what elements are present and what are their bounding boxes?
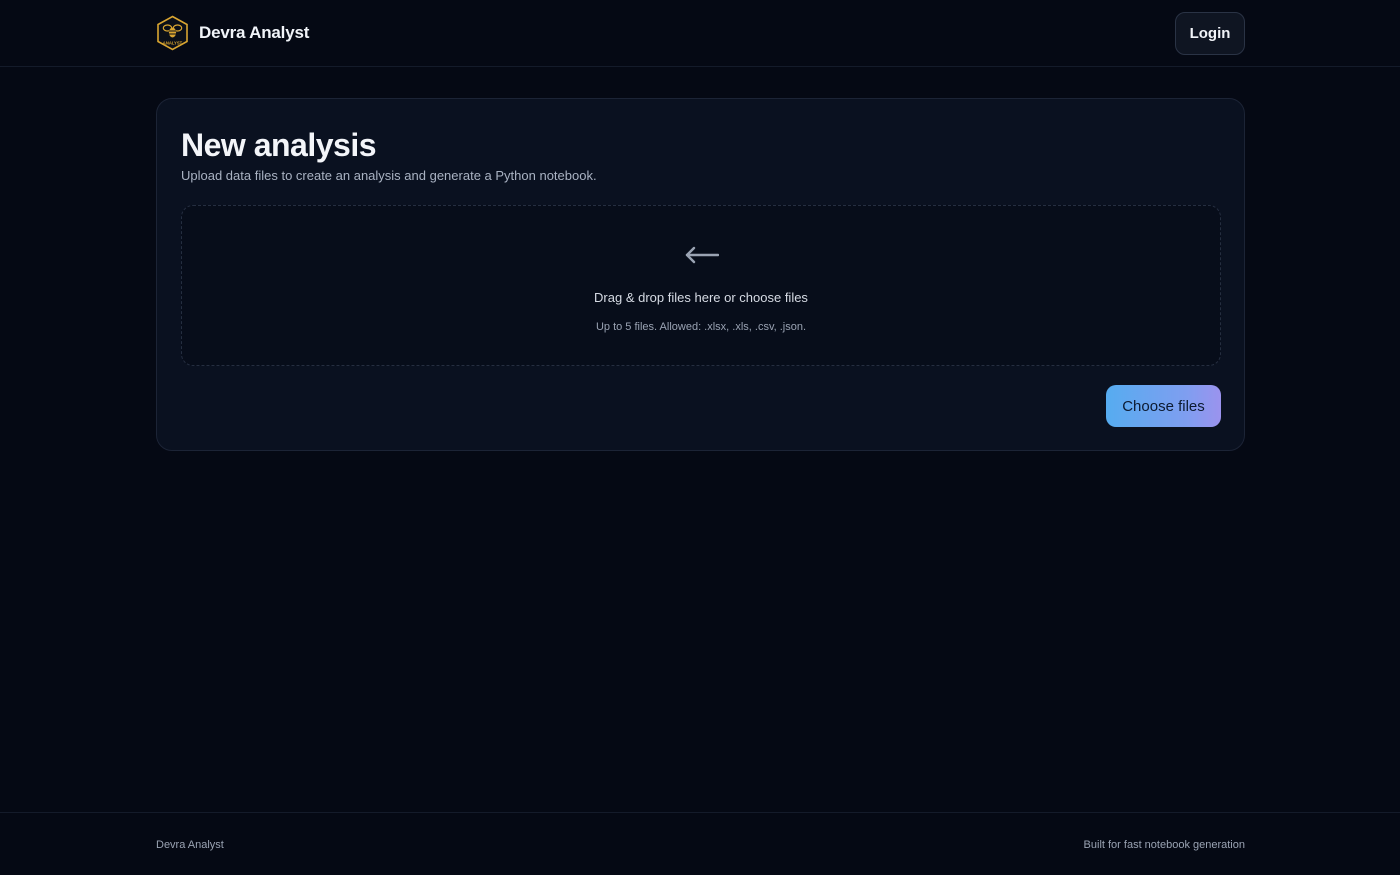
dropzone-text: Drag & drop files here or choose files xyxy=(594,290,808,305)
brand[interactable]: ANALYST Devra Analyst xyxy=(156,15,309,51)
top-bar: ANALYST Devra Analyst Login xyxy=(0,0,1400,67)
login-button[interactable]: Login xyxy=(1175,12,1245,55)
page-title: New analysis xyxy=(181,127,377,163)
page: ANALYST Devra Analyst Login New analysis… xyxy=(0,0,1400,875)
arrow-left-icon xyxy=(685,246,719,264)
footer-tagline: Built for fast notebook generation xyxy=(1083,839,1245,851)
footer-brand: Devra Analyst xyxy=(156,839,224,851)
page-subtitle: Upload data files to create an analysis … xyxy=(181,168,597,183)
choose-files-button[interactable]: Choose files xyxy=(1106,385,1221,427)
new-analysis-card: New analysis Upload data files to create… xyxy=(156,98,1245,451)
bee-logo-icon: ANALYST xyxy=(157,15,188,51)
footer: Devra Analyst Built for fast notebook ge… xyxy=(0,812,1400,875)
file-dropzone[interactable]: Drag & drop files here or choose files U… xyxy=(181,205,1221,366)
logo-text: ANALYST xyxy=(163,41,183,46)
dropzone-hint: Up to 5 files. Allowed: .xlsx, .xls, .cs… xyxy=(595,321,807,333)
brand-name: Devra Analyst xyxy=(199,23,310,42)
